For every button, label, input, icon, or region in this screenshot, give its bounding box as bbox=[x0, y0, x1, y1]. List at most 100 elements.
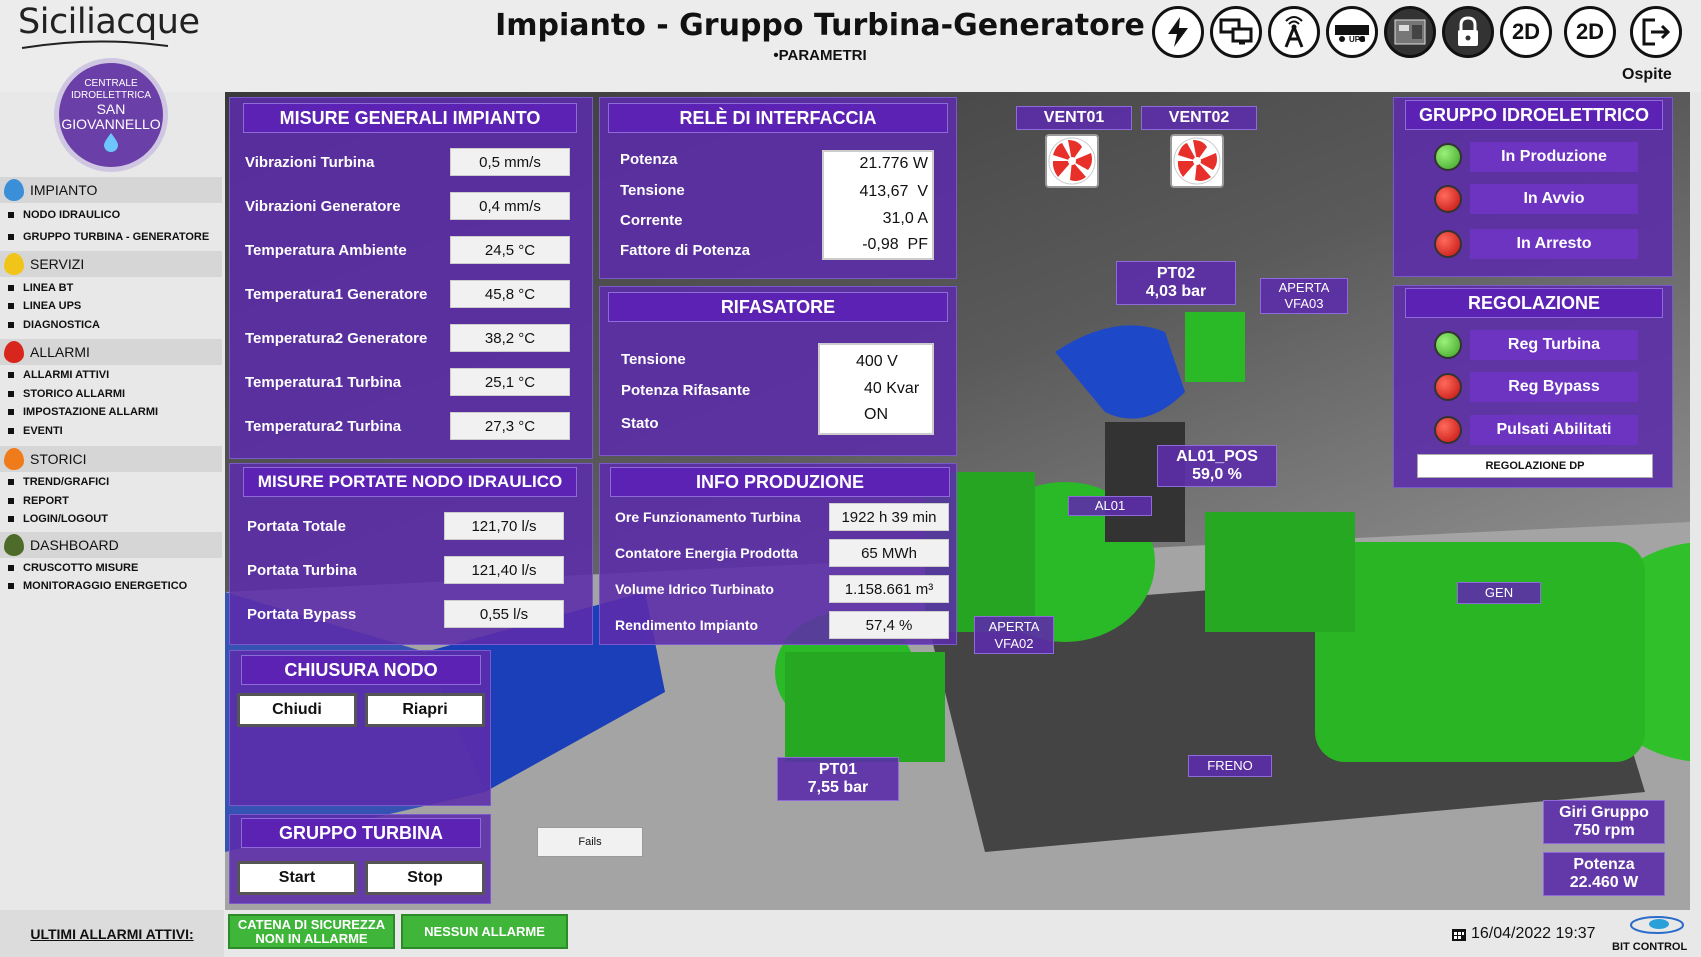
bit-control-logo: BIT CONTROL bbox=[1612, 941, 1687, 953]
lock-button[interactable] bbox=[1442, 6, 1494, 58]
vent02-label: VENT02 bbox=[1141, 106, 1257, 130]
vfa02-tag[interactable]: APERTA VFA02 bbox=[974, 616, 1054, 654]
vent01-label: VENT01 bbox=[1016, 106, 1132, 130]
giri-gruppo-tag: Giri Gruppo 750 rpm bbox=[1543, 800, 1665, 844]
ultimi-allarmi-label[interactable]: ULTIMI ALLARMI ATTIVI: bbox=[30, 926, 193, 942]
row-value: 0,55 l/s bbox=[444, 600, 564, 628]
row-value: 0,5 mm/s bbox=[450, 148, 570, 176]
network-button[interactable] bbox=[1210, 6, 1262, 58]
pt02-value: 4,03 bar bbox=[1145, 283, 1207, 300]
plc-button[interactable] bbox=[1384, 6, 1436, 58]
freno-tag[interactable]: FRENO bbox=[1188, 755, 1272, 777]
sidebar-item-login-logout[interactable]: LOGIN/LOGOUT bbox=[8, 513, 108, 525]
power-button[interactable] bbox=[1152, 6, 1204, 58]
rele-label-tensione: Tensione bbox=[620, 182, 685, 199]
sidebar-item-report[interactable]: REPORT bbox=[8, 495, 69, 507]
rele-value-corrente: 31,0 A bbox=[882, 210, 928, 227]
sidebar-item-diagnostica[interactable]: DIAGNOSTICA bbox=[8, 319, 100, 331]
section-label: DASHBOARD bbox=[30, 537, 119, 553]
page-subtitle: •PARAMETRI bbox=[773, 47, 867, 64]
row-label: Temperatura Ambiente bbox=[245, 242, 407, 259]
sidebar-item-nodo-idraulico[interactable]: NODO IDRAULICO bbox=[8, 209, 120, 221]
row-label: Temperatura1 Generatore bbox=[245, 286, 428, 303]
fails-button[interactable]: Fails bbox=[537, 827, 643, 857]
riapri-button[interactable]: Riapri bbox=[365, 693, 485, 727]
sidebar-item-cruscotto-misure[interactable]: CRUSCOTTO MISURE bbox=[8, 562, 138, 574]
row-value: 121,40 l/s bbox=[444, 556, 564, 584]
row-value: 45,8 °C bbox=[450, 280, 570, 308]
potenza-tag: Potenza 22.460 W bbox=[1543, 852, 1665, 896]
gen-tag[interactable]: GEN bbox=[1457, 582, 1541, 604]
sidebar-item-linea-ups[interactable]: LINEA UPS bbox=[8, 300, 81, 312]
vent02-fan[interactable] bbox=[1170, 134, 1224, 188]
row-value: 38,2 °C bbox=[450, 324, 570, 352]
led-reg-turbina bbox=[1434, 331, 1462, 359]
catena-line1: CATENA DI SICUREZZA bbox=[237, 916, 386, 932]
al01-tag[interactable]: AL01 bbox=[1068, 496, 1152, 516]
rifasatore-values-box: 400 V 40 Kvar ON bbox=[818, 343, 934, 435]
sidebar-section-servizi[interactable]: SERVIZI bbox=[0, 251, 222, 277]
antenna-button[interactable] bbox=[1268, 6, 1320, 58]
plc-icon bbox=[1394, 19, 1426, 45]
regolazione-dp-button[interactable]: REGOLAZIONE DP bbox=[1417, 454, 1653, 478]
sidebar-item-allarmi-attivi[interactable]: ALLARMI ATTIVI bbox=[8, 369, 109, 381]
al01-pos-value: 59,0 % bbox=[1192, 466, 1242, 483]
brand-logo: Siciliacque bbox=[18, 2, 200, 42]
logout-icon bbox=[1642, 18, 1671, 46]
vfa03-tag[interactable]: APERTA VFA03 bbox=[1260, 278, 1348, 314]
row-label: Vibrazioni Generatore bbox=[245, 198, 401, 215]
logo-line3: SAN bbox=[96, 101, 126, 117]
row-label: Temperatura2 Generatore bbox=[245, 330, 428, 347]
sidebar-item-linea-bt[interactable]: LINEA BT bbox=[8, 282, 73, 294]
fan-icon bbox=[1048, 137, 1096, 185]
view-2d-button-a[interactable]: 2D bbox=[1500, 6, 1552, 58]
rele-values-box: 21.776 W 413,67 V 31,0 A -0,98 PF bbox=[822, 150, 934, 260]
al01-pos-tag[interactable]: AL01_POS 59,0 % bbox=[1157, 445, 1277, 487]
state-reg-bypass: Reg Bypass bbox=[1470, 372, 1638, 402]
green-drop-icon bbox=[4, 534, 24, 556]
sidebar-item-trend-grafici[interactable]: TREND/GRAFICI bbox=[8, 476, 109, 488]
stop-button[interactable]: Stop bbox=[365, 861, 485, 895]
row-label: Rendimento Impianto bbox=[615, 617, 759, 633]
sidebar-item-impostazione-allarmi[interactable]: IMPOSTAZIONE ALLARMI bbox=[8, 406, 158, 418]
sidebar-section-storici[interactable]: STORICI bbox=[0, 446, 222, 472]
rifasatore-label-potenza: Potenza Rifasante bbox=[621, 382, 751, 399]
row-value: 24,5 °C bbox=[450, 236, 570, 264]
state-in-produzione: In Produzione bbox=[1470, 142, 1638, 172]
pt02-tag[interactable]: PT02 4,03 bar bbox=[1116, 261, 1236, 305]
row-value: 1922 h 39 min bbox=[829, 503, 949, 531]
bit-word: BIT bbox=[1612, 941, 1630, 953]
logout-button[interactable] bbox=[1630, 6, 1682, 58]
sidebar-item-eventi[interactable]: EVENTI bbox=[8, 425, 63, 437]
alarms-footer-cell: ULTIMI ALLARMI ATTIVI: bbox=[0, 910, 224, 957]
sidebar-item-monitoraggio-energetico[interactable]: MONITORAGGIO ENERGETICO bbox=[8, 580, 187, 592]
vfa03-state: APERTA bbox=[1278, 280, 1330, 295]
view-2d-button-b[interactable]: 2D bbox=[1564, 6, 1616, 58]
start-button[interactable]: Start bbox=[237, 861, 357, 895]
vent01-fan[interactable] bbox=[1045, 134, 1099, 188]
row-value: 57,4 % bbox=[829, 611, 949, 639]
ups-button[interactable]: UPS bbox=[1326, 6, 1378, 58]
ups-label: UPS bbox=[1349, 35, 1366, 44]
sidebar-section-allarmi[interactable]: ALLARMI bbox=[0, 339, 222, 365]
sidebar-item-gruppo-turbina[interactable]: GRUPPO TURBINA - GENERATORE bbox=[8, 231, 209, 243]
water-drop-icon bbox=[104, 133, 118, 152]
state-pulsati-abilitati: Pulsati Abilitati bbox=[1470, 415, 1638, 445]
red-drop-icon bbox=[4, 341, 24, 363]
state-in-avvio: In Avvio bbox=[1470, 184, 1638, 214]
chiudi-button[interactable]: Chiudi bbox=[237, 693, 357, 727]
antenna-icon bbox=[1284, 16, 1304, 48]
rifasatore-value-potenza: 40 Kvar bbox=[864, 380, 920, 397]
sidebar-item-storico-allarmi[interactable]: STORICO ALLARMI bbox=[8, 388, 125, 400]
yellow-drop-icon bbox=[4, 253, 24, 275]
pt01-tag[interactable]: PT01 7,55 bar bbox=[777, 757, 899, 801]
logo-line4: GIOVANNELLO bbox=[61, 116, 161, 132]
sidebar-section-impianto[interactable]: IMPIANTO bbox=[0, 177, 222, 203]
page-title: Impianto - Gruppo Turbina-Generatore bbox=[495, 8, 1145, 43]
rele-label-fattore: Fattore di Potenza bbox=[620, 242, 751, 259]
row-value: 121,70 l/s bbox=[444, 512, 564, 540]
plant-logo: CENTRALE IDROELETTRICA SAN GIOVANNELLO bbox=[54, 58, 168, 172]
section-label: IMPIANTO bbox=[30, 182, 98, 198]
sidebar-section-dashboard[interactable]: DASHBOARD bbox=[0, 532, 222, 558]
lock-icon bbox=[1458, 16, 1478, 46]
